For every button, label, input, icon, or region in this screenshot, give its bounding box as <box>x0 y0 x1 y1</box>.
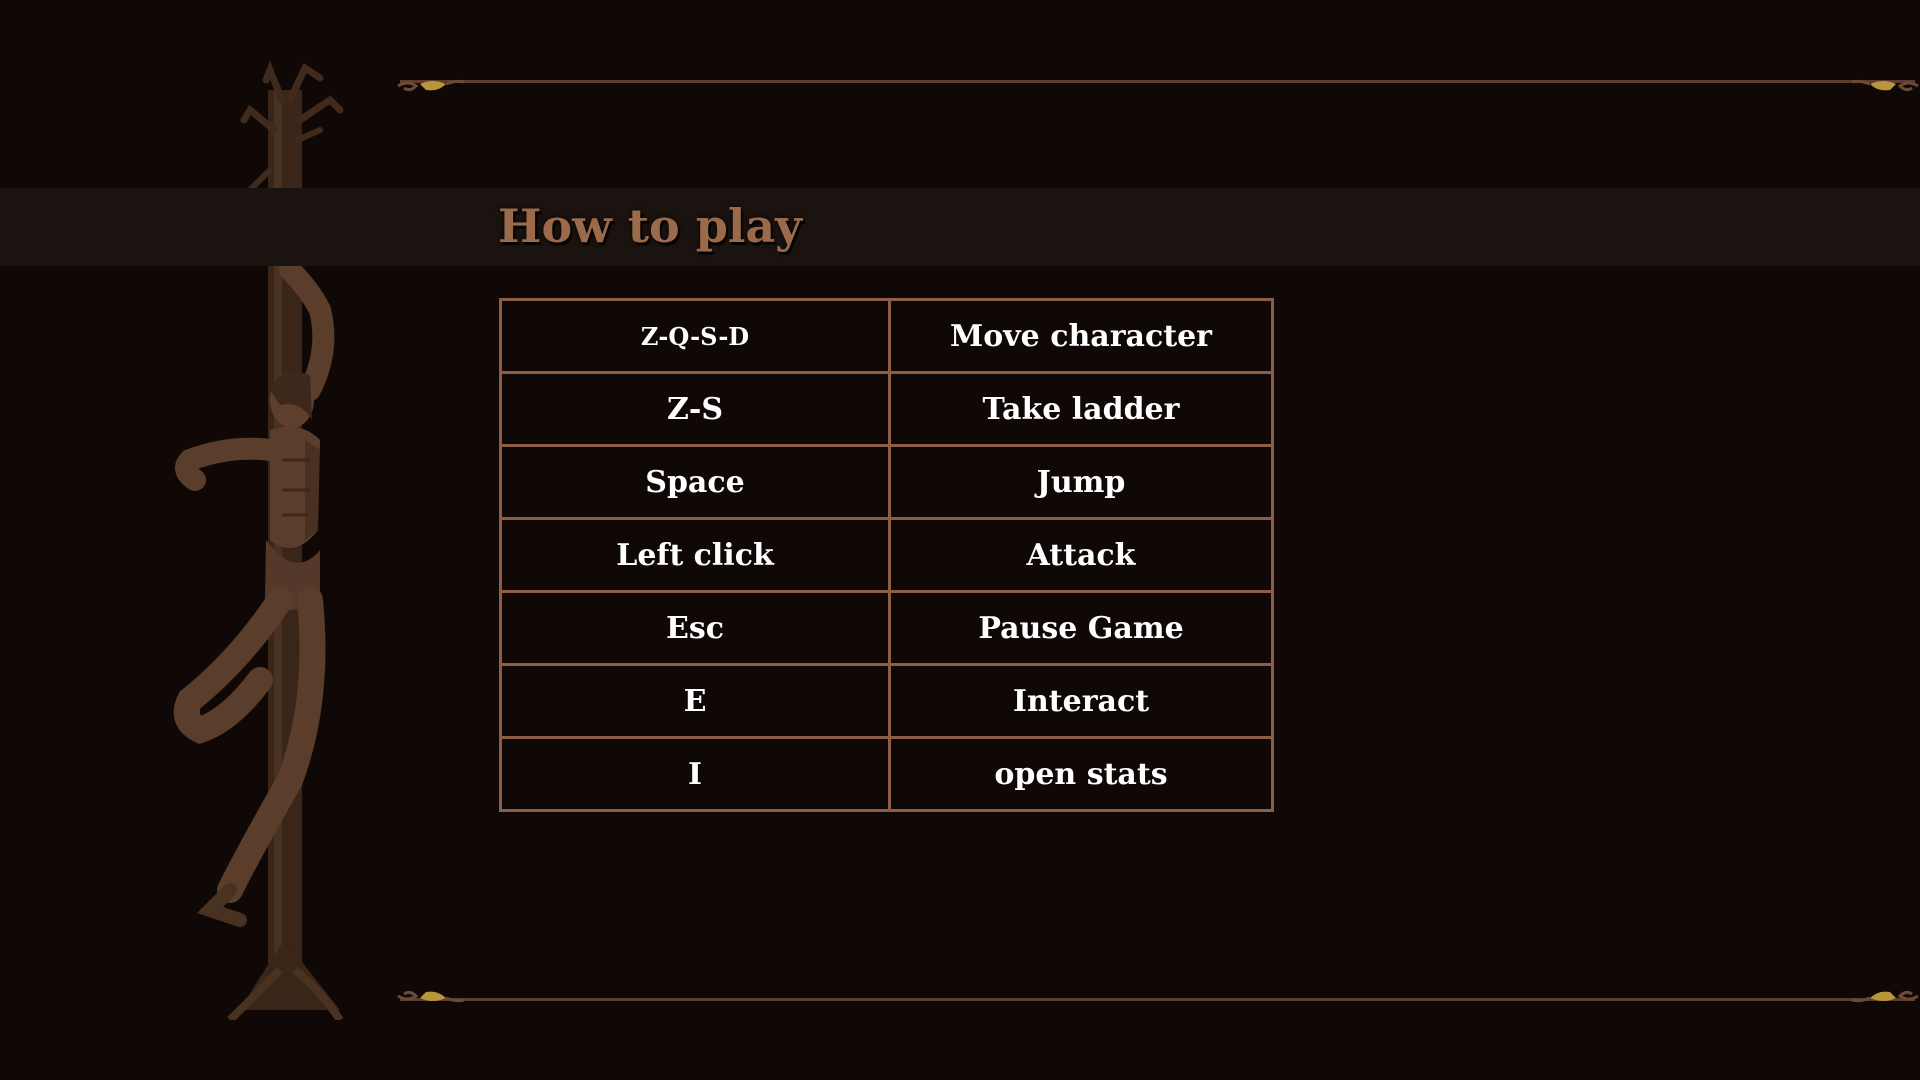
table-row: Z-Q-S-D Move character <box>499 298 1274 374</box>
control-action: Jump <box>888 444 1274 520</box>
gold-leaf-corner-icon <box>397 79 465 92</box>
gold-leaf-corner-icon <box>1851 990 1919 1003</box>
how-to-play-screen: How to play Z-Q-S-D Move character Z-S T… <box>0 0 1920 1080</box>
control-key: Space <box>499 444 891 520</box>
frame-line-bottom <box>400 998 1915 1001</box>
table-row: I open stats <box>499 736 1274 812</box>
gold-leaf-corner-icon <box>397 990 465 1003</box>
table-row: Left click Attack <box>499 517 1274 593</box>
control-key: Left click <box>499 517 891 593</box>
table-row: Esc Pause Game <box>499 590 1274 666</box>
control-key: Z-S <box>499 371 891 447</box>
control-key: Esc <box>499 590 891 666</box>
page-title: How to play <box>498 199 802 253</box>
table-row: Z-S Take ladder <box>499 371 1274 447</box>
control-action: Take ladder <box>888 371 1274 447</box>
title-band <box>0 188 1920 266</box>
control-action: Attack <box>888 517 1274 593</box>
controls-table: Z-Q-S-D Move character Z-S Take ladder S… <box>499 298 1274 812</box>
gold-leaf-corner-icon <box>1851 79 1919 92</box>
control-action: open stats <box>888 736 1274 812</box>
control-action: Pause Game <box>888 590 1274 666</box>
frame-line-top <box>400 80 1915 83</box>
control-key: I <box>499 736 891 812</box>
control-action: Move character <box>888 298 1274 374</box>
table-row: E Interact <box>499 663 1274 739</box>
control-action: Interact <box>888 663 1274 739</box>
table-row: Space Jump <box>499 444 1274 520</box>
control-key: E <box>499 663 891 739</box>
control-key: Z-Q-S-D <box>499 298 891 374</box>
